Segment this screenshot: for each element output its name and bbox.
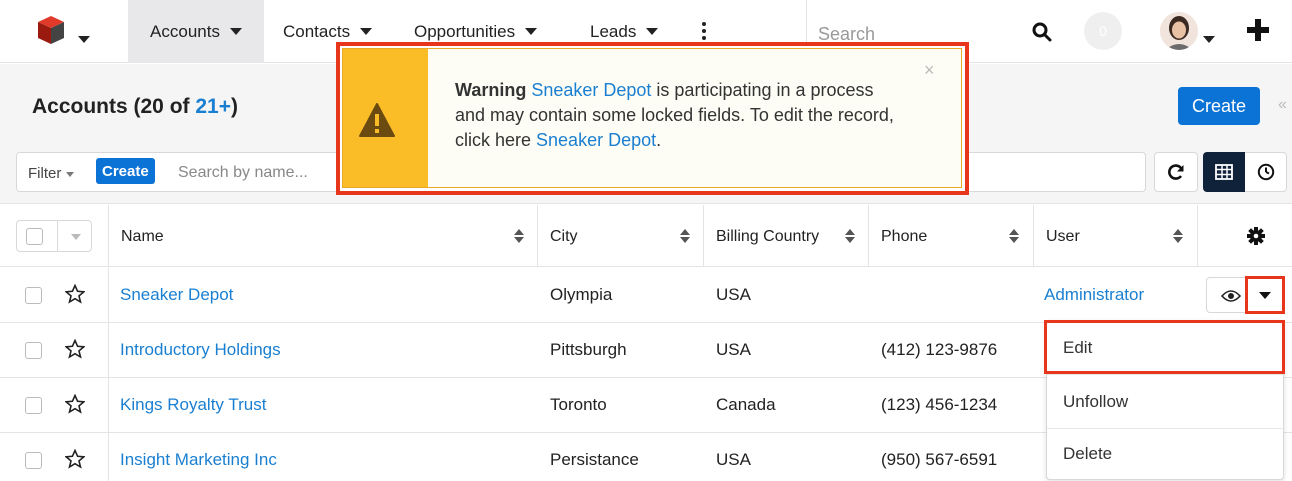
column-header-billing-country[interactable]: Billing Country xyxy=(716,228,819,246)
record-count-link[interactable]: 21+ xyxy=(195,95,231,118)
menu-item-unfollow[interactable]: Unfollow xyxy=(1047,375,1285,429)
user-link[interactable]: Administrator xyxy=(1044,285,1144,305)
more-tabs-icon[interactable] xyxy=(702,22,706,40)
notifications-badge[interactable]: 0 xyxy=(1084,12,1122,50)
activity-stream-toggle[interactable] xyxy=(1245,152,1287,192)
record-link[interactable]: Sneaker Depot xyxy=(531,80,651,100)
chevron-down-icon xyxy=(646,28,659,35)
country-cell: USA xyxy=(716,285,751,304)
gear-icon[interactable] xyxy=(1246,226,1266,251)
menu-item-delete[interactable]: Delete xyxy=(1047,427,1285,481)
avatar[interactable] xyxy=(1160,12,1198,50)
column-divider xyxy=(1033,205,1034,267)
table-grid-icon xyxy=(1215,164,1233,180)
tab-label: Opportunities xyxy=(414,21,516,41)
city-cell: Toronto xyxy=(550,395,607,414)
column-divider xyxy=(703,205,704,267)
account-name-link[interactable]: Introductory Holdings xyxy=(120,340,281,360)
column-divider xyxy=(537,205,538,267)
chevron-down-icon xyxy=(229,28,242,35)
star-icon[interactable] xyxy=(64,283,86,309)
search-by-name-input[interactable]: Search by name... xyxy=(178,164,308,182)
star-icon[interactable] xyxy=(64,393,86,419)
create-button[interactable]: Create xyxy=(1178,87,1260,125)
tab-accounts[interactable]: Accounts xyxy=(128,0,264,63)
column-divider xyxy=(1197,205,1198,267)
column-header-phone[interactable]: Phone xyxy=(881,228,927,246)
column-header-name[interactable]: Name xyxy=(121,228,164,246)
country-cell: USA xyxy=(716,450,751,469)
search-icon[interactable] xyxy=(1032,22,1052,47)
chevron-down-icon xyxy=(1259,291,1271,299)
city-cell: Persistance xyxy=(550,450,639,469)
refresh-icon xyxy=(1168,164,1184,180)
table-header xyxy=(0,205,1292,267)
quick-create-plus-icon[interactable] xyxy=(1246,18,1270,47)
city-cell: Olympia xyxy=(550,285,613,304)
record-link-2[interactable]: Sneaker Depot xyxy=(536,130,656,150)
tab-label: Contacts xyxy=(283,21,351,41)
star-icon[interactable] xyxy=(64,338,86,364)
phone-cell: (123) 456-1234 xyxy=(881,395,998,414)
column-header-city[interactable]: City xyxy=(550,228,578,246)
sort-icon[interactable] xyxy=(1173,227,1183,245)
create-filter-button[interactable]: Create xyxy=(96,158,155,184)
sort-icon[interactable] xyxy=(1009,227,1019,245)
select-all-checkbox[interactable] xyxy=(16,220,92,252)
table-row[interactable]: Sneaker Depot Olympia USA Administrator xyxy=(0,268,1292,323)
warning-icon xyxy=(358,102,396,143)
warning-end: . xyxy=(656,130,662,150)
phone-cell: (412) 123-9876 xyxy=(881,340,998,359)
column-divider xyxy=(108,205,109,267)
row-checkbox[interactable] xyxy=(25,342,42,359)
logo-icon[interactable] xyxy=(36,14,66,46)
user-menu-caret-icon[interactable] xyxy=(1203,30,1215,48)
row-checkbox[interactable] xyxy=(25,287,42,304)
filter-dropdown[interactable]: Filter xyxy=(28,165,75,182)
country-cell: USA xyxy=(716,340,751,359)
preview-eye-icon[interactable] xyxy=(1220,289,1242,308)
column-header-user[interactable]: User xyxy=(1046,228,1080,246)
tab-label: Accounts xyxy=(150,21,220,41)
collapse-sidebar-icon[interactable]: « xyxy=(1278,96,1287,114)
country-cell: Canada xyxy=(716,395,776,414)
row-checkbox[interactable] xyxy=(25,397,42,414)
sort-icon[interactable] xyxy=(680,227,690,245)
column-divider xyxy=(868,205,869,267)
warning-message: Warning Sneaker Depot is participating i… xyxy=(455,78,905,153)
sort-icon[interactable] xyxy=(845,227,855,245)
refresh-button[interactable] xyxy=(1154,152,1198,192)
chevron-down-icon xyxy=(360,28,373,35)
page-title-suffix: ) xyxy=(230,95,238,118)
warning-label: Warning xyxy=(455,80,527,100)
logo-menu-caret-icon[interactable] xyxy=(78,30,90,48)
tab-label: Leads xyxy=(590,21,637,41)
city-cell: Pittsburgh xyxy=(550,340,627,359)
account-name-link[interactable]: Sneaker Depot xyxy=(120,285,233,305)
close-icon[interactable]: × xyxy=(924,60,935,81)
edit-highlight xyxy=(1044,320,1285,374)
list-view-toggle[interactable] xyxy=(1203,152,1245,192)
row-checkbox[interactable] xyxy=(25,452,42,469)
account-name-link[interactable]: Kings Royalty Trust xyxy=(120,395,266,415)
clock-icon xyxy=(1257,163,1274,181)
star-icon[interactable] xyxy=(64,448,86,474)
chevron-down-icon xyxy=(66,171,75,177)
account-name-link[interactable]: Insight Marketing Inc xyxy=(120,450,277,470)
phone-cell: (950) 567-6591 xyxy=(881,450,998,469)
page-title: Accounts (20 of 21+) xyxy=(32,95,238,119)
filter-label: Filter xyxy=(28,165,62,182)
sort-icon[interactable] xyxy=(514,227,524,245)
chevron-down-icon xyxy=(525,28,538,35)
page-title-text: Accounts (20 of xyxy=(32,95,196,118)
row-actions-dropdown-button[interactable] xyxy=(1245,276,1285,314)
